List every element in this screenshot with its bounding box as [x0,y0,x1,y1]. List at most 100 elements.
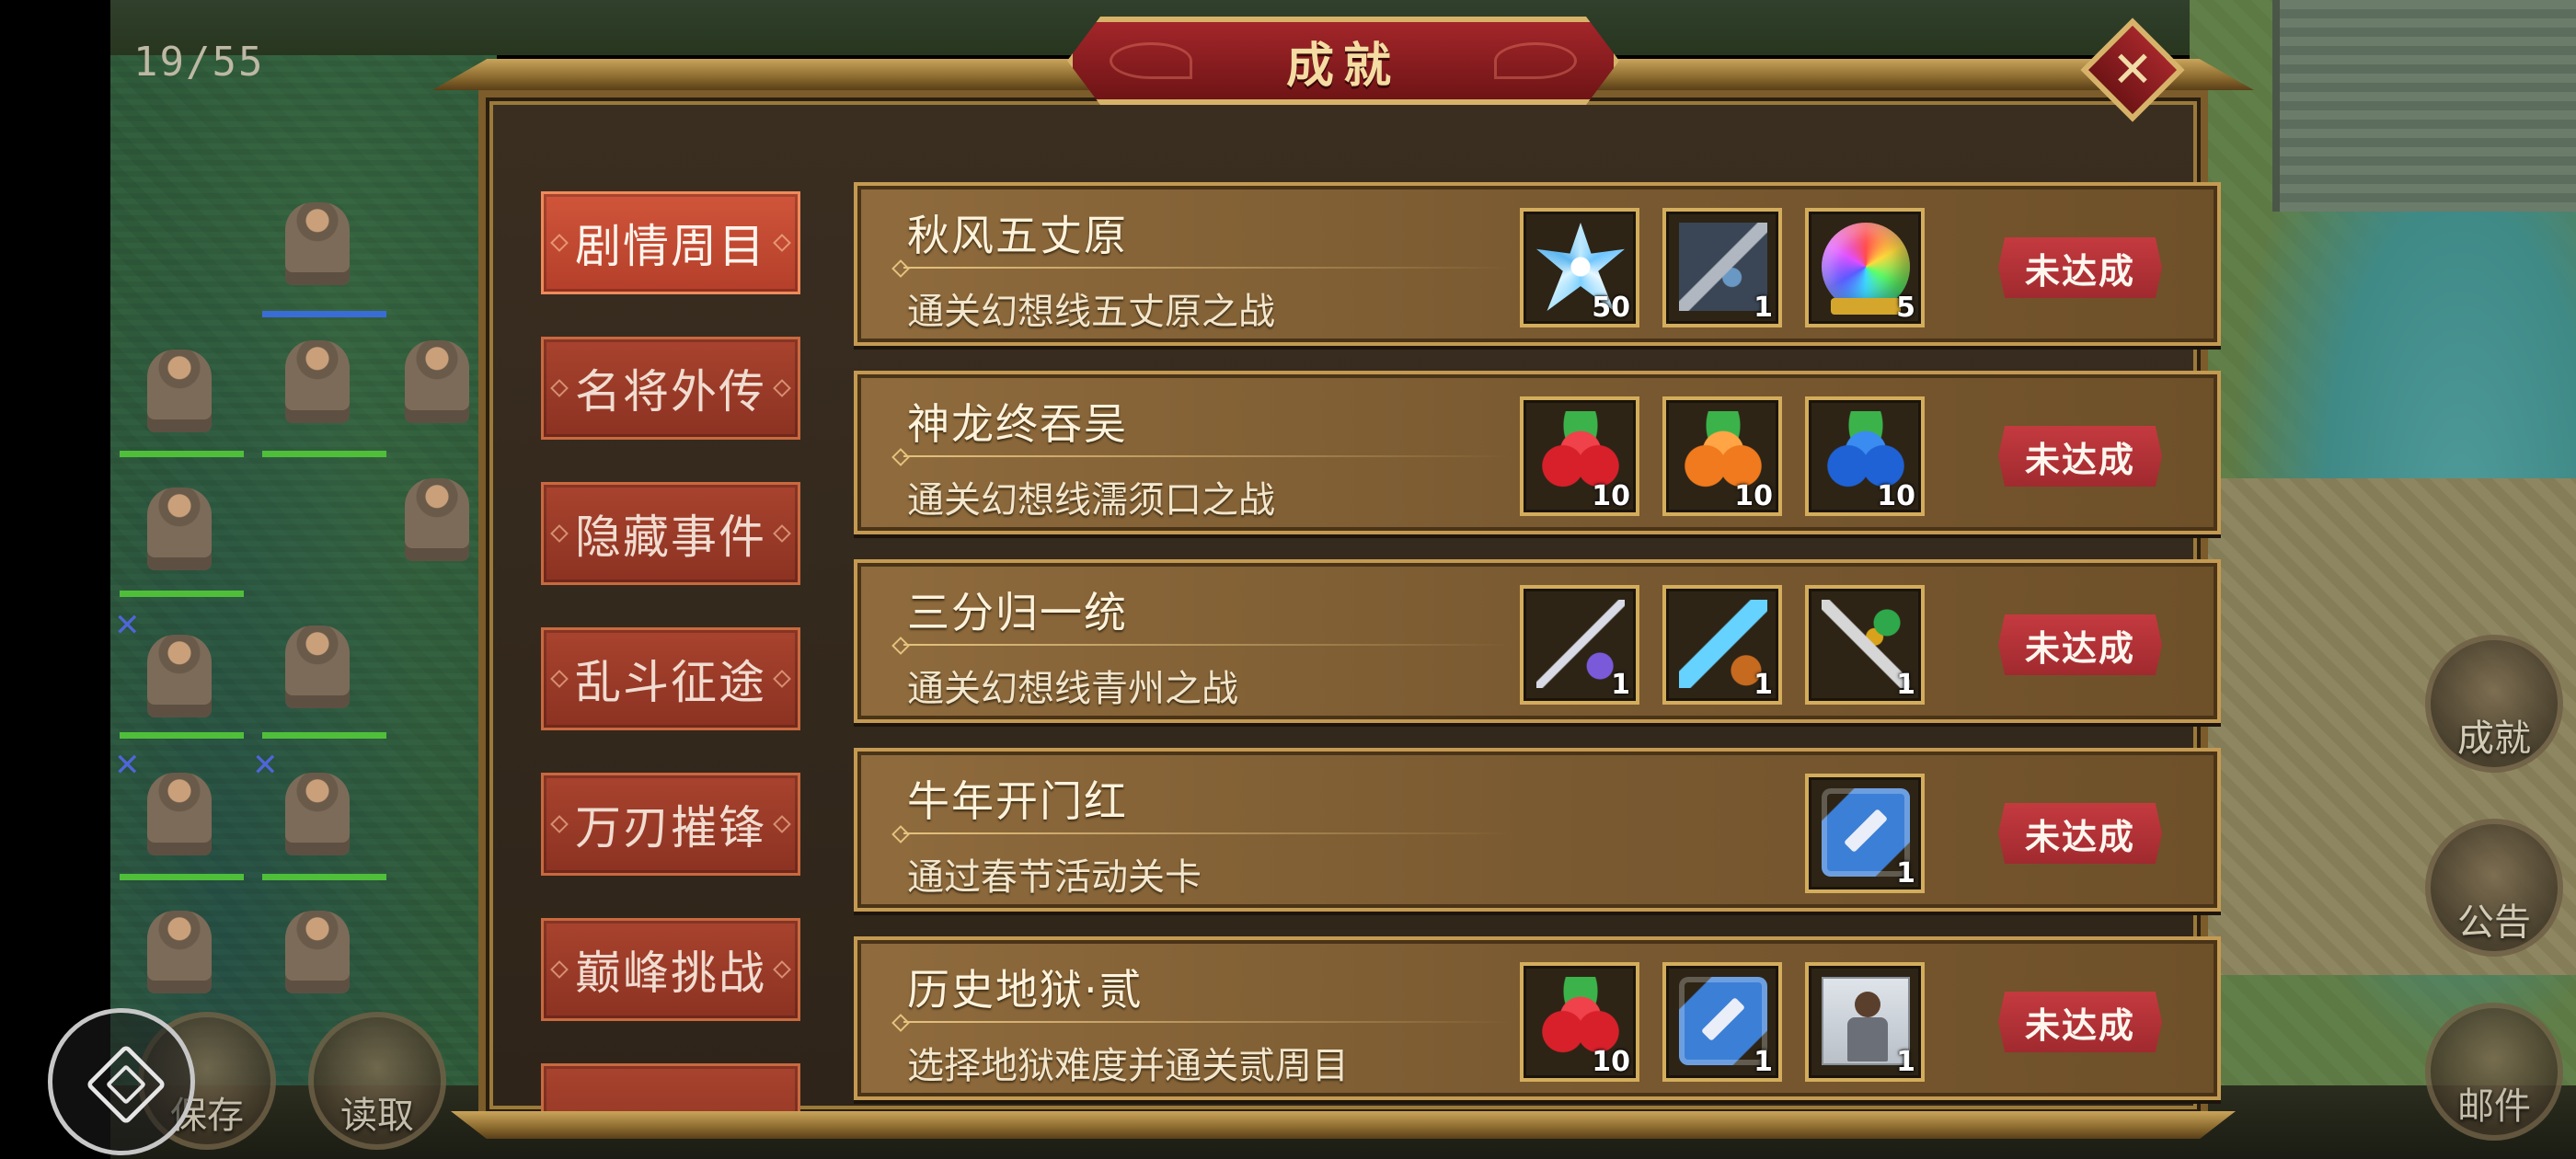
unit-hp-bar [262,732,386,739]
reward-slot[interactable]: 10 [1805,396,1925,516]
reward-quantity: 10 [1592,480,1630,512]
reward-slot[interactable]: 1 [1805,774,1925,893]
tab-famous-generals[interactable]: 名将外传 [541,337,800,440]
status-badge: 未达成 [1998,237,2162,298]
load-button[interactable]: 读取 [308,1012,446,1150]
notice-button-label: 公告 [2457,901,2531,944]
diamond-ornament-icon [773,379,791,397]
cloud-swirl-icon [1494,42,1577,79]
achievement-button-label: 成就 [2457,717,2531,760]
tab-label: 隐藏事件 [575,511,766,564]
unit-hp-bar [120,451,244,457]
close-icon: ✕ [2111,40,2154,98]
reward-quantity: 10 [1734,480,1773,512]
achievement-desc: 通关幻想线五丈原之战 [907,291,1275,333]
status-badge: 未达成 [1998,614,2162,675]
reward-quantity: 1 [1896,669,1915,701]
map-unit[interactable] [147,911,212,993]
achievement-desc: 选择地狱难度并通关贰周目 [907,1045,1349,1087]
map-unit[interactable] [285,773,350,855]
cloud-swirl-icon [1110,42,1192,79]
achievement-desc: 通关幻想线濡须口之战 [907,479,1275,522]
reward-quantity: 1 [1754,1046,1773,1078]
unit-hp-bar [120,591,244,597]
reward-slot[interactable]: 10 [1662,396,1782,516]
system-menu-button[interactable] [48,1008,195,1155]
tab-melee-journey[interactable]: 乱斗征途 [541,627,800,730]
diamond-ornament-icon [550,234,569,252]
status-badge: 未达成 [1998,426,2162,487]
reward-slot[interactable]: 1 [1805,585,1925,705]
diamond-ornament-icon [550,670,569,688]
status-badge: 未达成 [1998,803,2162,864]
reward-quantity: 50 [1592,292,1630,324]
x-marker-icon: ✕ [252,747,279,784]
cube-icon [85,1043,167,1126]
map-unit[interactable] [285,911,350,993]
reward-quantity: 10 [1592,1046,1630,1078]
category-tabs: 剧情周目 名将外传 隐藏事件 乱斗征途 万刃摧锋 巅峰挑战 [541,191,804,1130]
reward-slot[interactable]: 5 [1805,208,1925,327]
achievement-list[interactable]: 秋风五丈原 通关幻想线五丈原之战 50 1 5 未达成 神龙终吞吴 通关幻想线濡… [854,182,2221,1130]
x-marker-icon: ✕ [114,747,141,784]
achievement-row: 三分归一统 通关幻想线青州之战 1 1 1 未达成 [854,559,2221,723]
reward-quantity: 1 [1754,292,1773,324]
achievement-row: 秋风五丈原 通关幻想线五丈原之战 50 1 5 未达成 [854,182,2221,346]
map-unit[interactable] [147,635,212,717]
mail-button-label: 邮件 [2457,1085,2531,1128]
reward-slot[interactable]: 1 [1662,962,1782,1082]
reward-slot[interactable]: 1 [1520,585,1639,705]
diamond-ornament-icon [550,379,569,397]
achievement-row: 神龙终吞吴 通关幻想线濡须口之战 10 10 10 未达成 [854,371,2221,534]
x-marker-icon: ✕ [114,607,141,644]
diamond-ornament-icon [550,524,569,543]
row-divider [903,1021,1511,1023]
dialog-frame-bottom [451,1111,2236,1139]
map-unit[interactable] [147,488,212,570]
reward-slot[interactable]: 1 [1662,208,1782,327]
achievement-row: 历史地狱·贰 选择地狱难度并通关贰周目 10 1 1 未达成 [854,936,2221,1100]
tab-hidden-events[interactable]: 隐藏事件 [541,482,800,585]
tab-label: 乱斗征途 [575,656,766,709]
map-unit[interactable] [285,625,350,708]
tab-label: 剧情周目 [575,220,766,273]
reward-slot[interactable]: 50 [1520,208,1639,327]
diamond-ornament-icon [773,815,791,833]
reward-slot[interactable]: 1 [1805,962,1925,1082]
achievement-desc: 通过春节活动关卡 [907,856,1202,899]
tab-story-cycle[interactable]: 剧情周目 [541,191,800,294]
reward-quantity: 5 [1896,292,1915,324]
letterbox-left [0,0,110,1159]
dialog-panel: 剧情周目 名将外传 隐藏事件 乱斗征途 万刃摧锋 巅峰挑战 秋风五丈原 通关幻想… [478,90,2221,1130]
unit-hp-bar [262,311,386,317]
achievement-title: 三分归一统 [907,588,1128,637]
notice-button[interactable]: 公告 [2425,819,2563,957]
reward-slot[interactable]: 10 [1520,396,1639,516]
turn-counter: 19/55 [133,39,265,86]
achievement-desc: 通关幻想线青州之战 [907,668,1238,710]
dialog-title-banner: 成就 [1067,17,1619,105]
reward-slot[interactable]: 1 [1662,585,1782,705]
reward-quantity: 1 [1896,1046,1915,1078]
reward-slot[interactable]: 10 [1520,962,1639,1082]
row-divider [903,455,1511,457]
map-unit[interactable] [147,773,212,855]
achievement-row: 牛年开门红 通过春节活动关卡 1 未达成 [854,748,2221,912]
reward-quantity: 1 [1611,669,1630,701]
tab-blade-assault[interactable]: 万刃摧锋 [541,773,800,876]
reward-quantity: 1 [1754,669,1773,701]
reward-quantity: 10 [1877,480,1915,512]
diamond-ornament-icon [773,960,791,979]
map-unit[interactable] [285,340,350,423]
achievement-button[interactable]: 成就 [2425,635,2563,773]
map-unit[interactable] [147,350,212,432]
tab-peak-challenge[interactable]: 巅峰挑战 [541,918,800,1021]
diamond-ornament-icon [773,524,791,543]
map-unit[interactable] [285,202,350,285]
achievement-title: 神龙终吞吴 [907,399,1128,449]
diamond-ornament-icon [773,234,791,252]
tab-label: 万刃摧锋 [575,801,766,855]
achievement-title: 历史地狱·贰 [907,965,1144,1015]
unit-hp-bar [120,874,244,880]
mail-button[interactable]: 邮件 [2425,1003,2563,1141]
